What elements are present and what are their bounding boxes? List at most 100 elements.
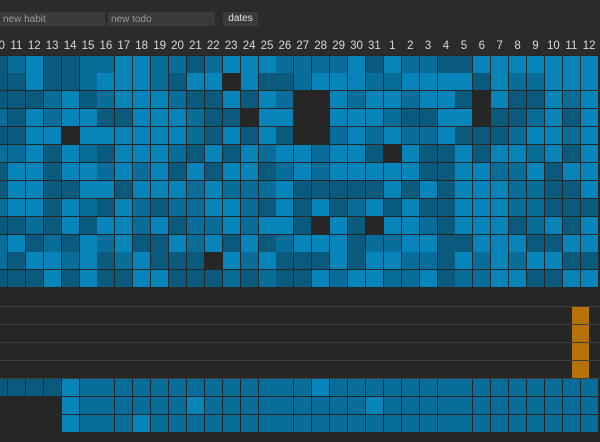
habit-cell[interactable] — [222, 396, 240, 414]
habit-cell[interactable] — [115, 55, 133, 73]
habit-cell[interactable] — [330, 379, 348, 396]
habit-cell[interactable] — [61, 55, 79, 73]
habit-cell[interactable] — [580, 162, 598, 180]
habit-cell[interactable] — [365, 162, 383, 180]
habit-cell[interactable] — [133, 73, 151, 91]
habit-cell[interactable] — [0, 73, 7, 91]
habit-cell[interactable] — [222, 270, 240, 288]
habit-cell[interactable] — [294, 270, 312, 288]
habit-cell[interactable] — [25, 91, 43, 109]
habit-cell[interactable] — [25, 180, 43, 198]
habit-cell[interactable] — [383, 396, 401, 414]
habit-cell[interactable] — [419, 198, 437, 216]
habit-cell[interactable] — [455, 145, 473, 162]
habit-cell[interactable] — [294, 145, 312, 162]
habit-cell[interactable] — [294, 414, 312, 432]
habit-cell[interactable] — [133, 198, 151, 216]
habit-cell[interactable] — [97, 162, 115, 180]
habit-cell[interactable] — [544, 270, 562, 288]
habit-cell[interactable] — [580, 180, 598, 198]
habit-cell[interactable] — [562, 55, 580, 73]
habit-cell[interactable] — [240, 198, 258, 216]
habit-cell[interactable] — [437, 162, 455, 180]
habit-cell[interactable] — [222, 109, 240, 127]
habit-cell[interactable] — [383, 73, 401, 91]
habit-cell[interactable] — [186, 109, 204, 127]
habit-cell[interactable] — [186, 234, 204, 252]
habit-cell[interactable] — [348, 270, 365, 288]
habit-cell[interactable] — [312, 55, 330, 73]
habit-cell[interactable] — [348, 198, 365, 216]
habit-cell[interactable] — [473, 234, 491, 252]
habit-cell[interactable] — [222, 216, 240, 234]
habit-cell[interactable] — [330, 216, 348, 234]
habit-cell[interactable] — [562, 234, 580, 252]
habit-cell[interactable] — [133, 396, 151, 414]
habit-cell[interactable] — [294, 73, 312, 91]
habit-cell[interactable] — [79, 270, 97, 288]
habit-cell[interactable] — [258, 198, 276, 216]
habit-cell[interactable] — [473, 145, 491, 162]
habit-cell[interactable] — [437, 73, 455, 91]
habit-cell[interactable] — [222, 252, 240, 270]
habit-cell[interactable] — [294, 55, 312, 73]
habit-cell[interactable] — [491, 127, 509, 145]
habit-cell[interactable] — [204, 270, 222, 288]
habit-cell[interactable] — [115, 73, 133, 91]
habit-cell[interactable] — [115, 216, 133, 234]
habit-cell[interactable] — [61, 270, 79, 288]
habit-cell[interactable] — [419, 145, 437, 162]
habit-cell[interactable] — [61, 145, 79, 162]
habit-cell[interactable] — [294, 396, 312, 414]
habit-cell[interactable] — [491, 252, 509, 270]
habit-cell[interactable] — [544, 180, 562, 198]
habit-cell[interactable] — [115, 252, 133, 270]
habit-cell[interactable] — [562, 198, 580, 216]
habit-cell[interactable] — [151, 379, 169, 396]
habit-cell[interactable] — [204, 252, 222, 270]
habit-cell[interactable] — [437, 55, 455, 73]
habit-cell[interactable] — [383, 414, 401, 432]
habit-cell[interactable] — [7, 180, 25, 198]
habit-cell[interactable] — [330, 55, 348, 73]
habit-cell[interactable] — [455, 414, 473, 432]
habit-cell[interactable] — [204, 234, 222, 252]
habit-cell[interactable] — [133, 234, 151, 252]
habit-cell[interactable] — [383, 127, 401, 145]
habit-cell[interactable] — [580, 55, 598, 73]
habit-cell[interactable] — [580, 91, 598, 109]
habit-cell[interactable] — [401, 91, 419, 109]
habit-cell[interactable] — [0, 127, 7, 145]
habit-cell[interactable] — [330, 180, 348, 198]
habit-cell[interactable] — [186, 162, 204, 180]
habit-cell[interactable] — [491, 270, 509, 288]
habit-cell[interactable] — [437, 180, 455, 198]
habit-cell[interactable] — [562, 73, 580, 91]
habit-cell[interactable] — [7, 73, 25, 91]
habit-cell[interactable] — [527, 180, 544, 198]
habit-cell[interactable] — [0, 162, 7, 180]
habit-cell[interactable] — [258, 55, 276, 73]
habit-cell[interactable] — [61, 414, 79, 432]
habit-cell[interactable] — [79, 396, 97, 414]
habit-cell[interactable] — [186, 91, 204, 109]
habit-cell[interactable] — [473, 162, 491, 180]
habit-cell[interactable] — [527, 270, 544, 288]
habit-cell[interactable] — [383, 162, 401, 180]
habit-cell[interactable] — [240, 414, 258, 432]
habit-cell[interactable] — [383, 109, 401, 127]
habit-cell[interactable] — [240, 252, 258, 270]
habit-cell[interactable] — [509, 162, 527, 180]
habit-cell[interactable] — [43, 396, 61, 414]
habit-cell[interactable] — [204, 162, 222, 180]
habit-cell[interactable] — [133, 109, 151, 127]
habit-cell[interactable] — [294, 234, 312, 252]
habit-cell[interactable] — [312, 396, 330, 414]
habit-cell[interactable] — [509, 414, 527, 432]
habit-cell[interactable] — [97, 180, 115, 198]
habit-cell[interactable] — [25, 234, 43, 252]
habit-cell[interactable] — [383, 91, 401, 109]
habit-cell[interactable] — [437, 127, 455, 145]
habit-cell[interactable] — [365, 91, 383, 109]
habit-cell[interactable] — [527, 109, 544, 127]
